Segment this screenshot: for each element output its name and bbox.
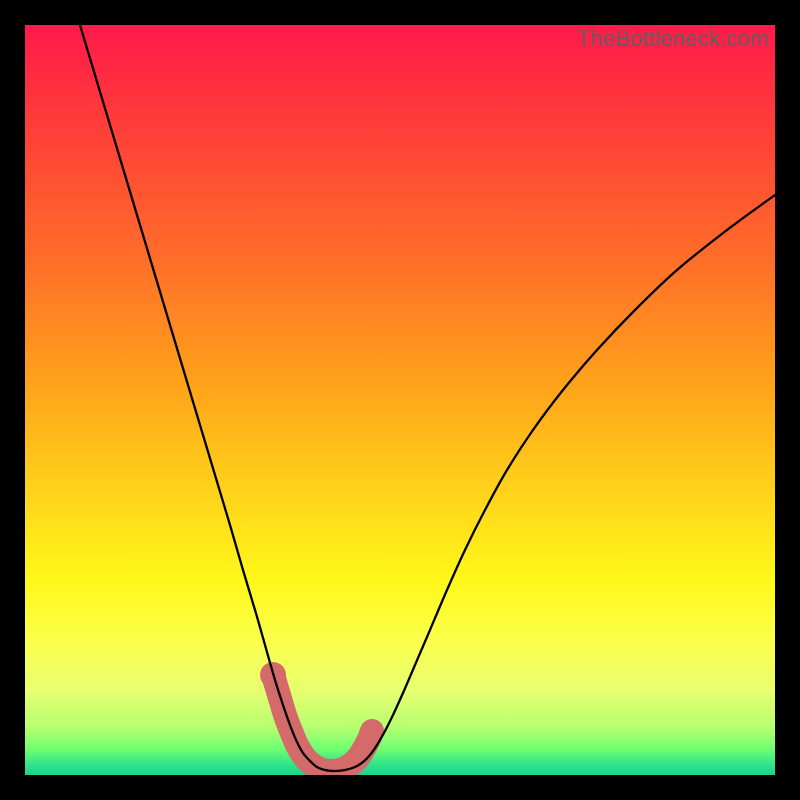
chart-frame: TheBottleneck.com — [25, 25, 775, 775]
watermark-label: TheBottleneck.com — [577, 26, 769, 52]
gradient-background — [25, 25, 775, 775]
